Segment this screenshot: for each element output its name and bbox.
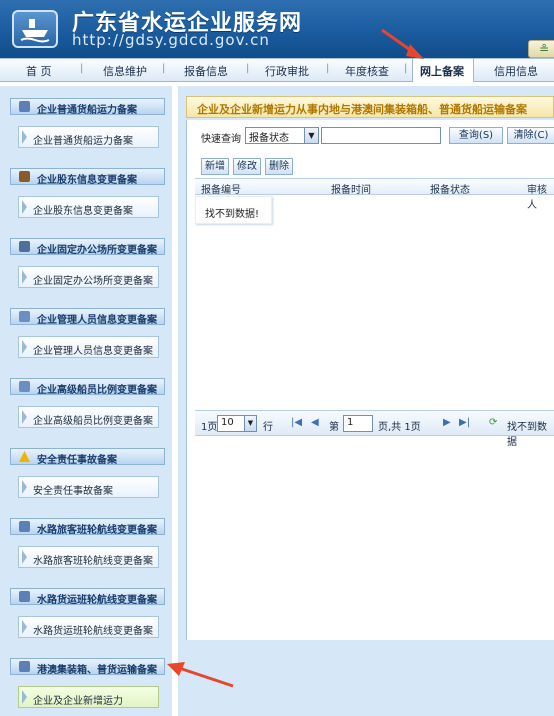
query-button[interactable]: 查询(S) — [449, 127, 503, 144]
user-menu-button[interactable]: ≗ — [528, 40, 554, 58]
pager-prefix: 1页 — [201, 422, 218, 433]
chevron-down-icon: ▼ — [304, 128, 318, 143]
nav-separator: | — [404, 63, 408, 74]
prev-page-icon[interactable]: ◀ — [311, 417, 319, 428]
search-field-select[interactable]: 报备状态 ▼ — [245, 127, 319, 144]
rows-label: 行 — [263, 422, 273, 433]
sidebar-item-manager-change[interactable]: 企业管理人员信息变更备案 — [18, 336, 159, 358]
search-label: 快速查询 — [201, 134, 241, 145]
page-total: 页,共 1页 — [378, 422, 421, 433]
sidebar-item-cargo-route[interactable]: 水路货运班轮航线变更备案 — [18, 616, 159, 638]
main-nav: 首 页 | 信息维护 | 报备信息 | 行政审批 | 年度核查 | 网上备案 信… — [0, 58, 554, 82]
sidebar-item-new-capacity[interactable]: 企业及企业新增运力 — [18, 686, 159, 708]
sidebar-item-passenger-route[interactable]: 水路旅客班轮航线变更备案 — [18, 546, 159, 568]
nav-separator: | — [162, 63, 166, 74]
sidebar-group-title[interactable]: 企业普通货船运力备案 — [10, 98, 165, 115]
clear-button[interactable]: 清除(C) — [507, 127, 554, 144]
user-icon — [19, 171, 30, 182]
add-button[interactable]: 新增 — [201, 158, 229, 175]
panel-title: 企业及企业新增运力从事内地与港澳间集装箱船、普通货船运输备案 — [186, 96, 554, 118]
sidebar-group-title[interactable]: 安全责任事故备案 — [10, 448, 165, 465]
sidebar-group-title[interactable]: 企业固定办公场所变更备案 — [10, 238, 165, 255]
sidebar-item-safety-accident[interactable]: 安全责任事故备案 — [18, 476, 159, 498]
pager: 1页 10 ▼ 行 |◀ ◀ 第 1 页,共 1页 ▶ ▶| ⟳ 找不到数据 — [195, 410, 554, 448]
first-page-icon[interactable]: |◀ — [291, 417, 302, 428]
card-icon — [19, 381, 30, 392]
annotation-arrow-icon — [167, 662, 234, 688]
site-header: 广东省水运企业服务网 http://gdsy.gdcd.gov.cn ≗ — [0, 0, 554, 58]
column-header[interactable]: 报备状态 — [430, 181, 470, 196]
ship-logo-icon — [12, 10, 58, 48]
empty-message: 找不到数据! — [195, 196, 272, 224]
building-icon — [19, 241, 30, 252]
sidebar-item-shareholder-change[interactable]: 企业股东信息变更备案 — [18, 196, 159, 218]
delete-button[interactable]: 删除 — [265, 158, 293, 175]
column-header[interactable]: 报备编号 — [201, 181, 241, 196]
nav-item-online-filing[interactable]: 网上备案 — [420, 63, 464, 79]
nav-item-home[interactable]: 首 页 — [26, 63, 52, 79]
data-panel: 快速查询 报备状态 ▼ 查询(S) 清除(C) 新增 修改 删除 报备编号 报备… — [186, 120, 554, 640]
edit-button[interactable]: 修改 — [233, 158, 261, 175]
search-input[interactable] — [321, 127, 441, 144]
refresh-icon[interactable]: ⟳ — [489, 417, 497, 428]
search-row: 快速查询 报备状态 ▼ 查询(S) 清除(C) — [187, 126, 554, 146]
column-header[interactable]: 审核人 — [527, 181, 554, 211]
sidebar-group-title[interactable]: 港澳集装箱、普货运输备案 — [10, 658, 165, 675]
sidebar-group-title[interactable]: 企业管理人员信息变更备案 — [10, 308, 165, 325]
next-page-icon[interactable]: ▶ — [443, 417, 451, 428]
nav-separator: | — [246, 63, 250, 74]
toolbar: 新增 修改 删除 — [187, 158, 554, 178]
nav-item-credit-info[interactable]: 信用信息 — [494, 63, 538, 79]
last-page-icon[interactable]: ▶| — [459, 417, 470, 428]
sidebar-group-title[interactable]: 企业高级船员比例变更备案 — [10, 378, 165, 395]
user-icon — [19, 521, 30, 532]
sidebar-group-title[interactable]: 水路货运班轮航线变更备案 — [10, 588, 165, 605]
annotation-arrow-icon — [381, 28, 424, 59]
sidebar-item-cargo-capacity[interactable]: 企业普通货船运力备案 — [18, 126, 159, 148]
table-header: 报备编号 报备时间 报备状态 审核人 — [195, 178, 554, 211]
page-prefix: 第 — [329, 422, 339, 433]
nav-separator: | — [80, 63, 84, 74]
sidebar-group-title[interactable]: 企业股东信息变更备案 — [10, 168, 165, 185]
user-icon — [19, 591, 30, 602]
nav-separator: | — [326, 63, 330, 74]
card-icon — [19, 311, 30, 322]
warning-icon — [19, 451, 30, 462]
nav-item-annual-check[interactable]: 年度核查 — [345, 63, 389, 79]
sidebar-item-senior-crew-ratio[interactable]: 企业高级船员比例变更备案 — [18, 406, 159, 428]
user-icon: ≗ — [539, 42, 550, 56]
user-icon — [19, 661, 30, 672]
page-number-input[interactable]: 1 — [343, 415, 373, 432]
nav-item-info-maintenance[interactable]: 信息维护 — [103, 63, 147, 79]
sidebar-group-title[interactable]: 水路旅客班轮航线变更备案 — [10, 518, 165, 535]
sidebar: 企业普通货船运力备案 企业普通货船运力备案 企业股东信息变更备案 企业股东信息变… — [0, 86, 172, 716]
user-icon — [19, 101, 30, 112]
nav-item-admin-approval[interactable]: 行政审批 — [265, 63, 309, 79]
pager-status: 找不到数据 — [507, 422, 547, 448]
sidebar-item-office-change[interactable]: 企业固定办公场所变更备案 — [18, 266, 159, 288]
column-header[interactable]: 报备时间 — [331, 181, 371, 196]
nav-item-report-info[interactable]: 报备信息 — [184, 63, 228, 79]
page-size-select[interactable]: 10 ▼ — [217, 415, 257, 432]
chevron-down-icon: ▼ — [244, 416, 256, 431]
site-url: http://gdsy.gdcd.gov.cn — [72, 31, 270, 49]
